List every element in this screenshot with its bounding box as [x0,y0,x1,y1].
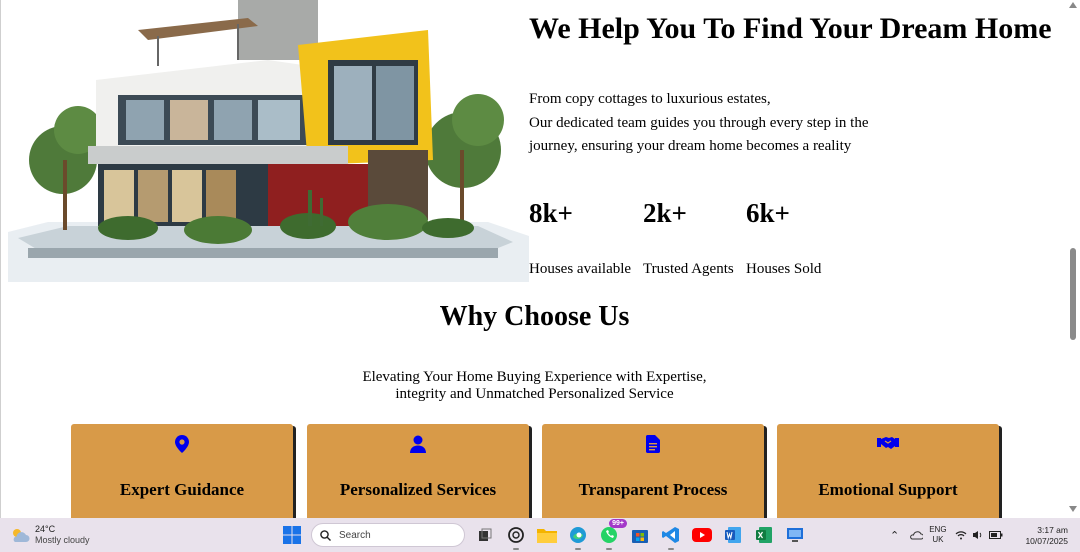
onedrive-cloud-icon[interactable] [909,530,924,540]
scrollbar-thumb[interactable] [1070,248,1076,340]
youtube-icon[interactable] [690,523,714,547]
scroll-down-arrow-icon[interactable] [1069,506,1077,512]
feature-card-title: Transparent Process [578,480,728,499]
browser-viewport: We Help You To Find Your Dream Home From… [0,0,1080,518]
excel-icon[interactable] [752,523,776,547]
handshake-icon [777,435,999,455]
whatsapp-icon[interactable]: 99+ [597,519,627,550]
input-language[interactable]: ENG UK [929,525,946,545]
stat-label: Houses Sold [746,261,822,277]
language-code: ENG [929,525,947,534]
stat-label: Trusted Agents [643,261,734,277]
taskbar-search-box[interactable]: Search [311,523,465,547]
microsoft-store-icon[interactable] [628,523,652,547]
subtitle-line: Elevating Your Home Buying Experience wi… [362,369,707,385]
feature-card-title: Expert Guidance [119,480,245,499]
hero-title: We Help You To Find Your Dream Home [529,12,1052,45]
stat-value: 2k+ [643,198,687,228]
scroll-up-arrow-icon[interactable] [1069,2,1077,8]
window-edge [0,0,1,518]
stat-value: 6k+ [746,198,790,228]
running-indicator [575,548,581,550]
why-choose-us-subtitle: Elevating Your Home Buying Experience wi… [0,369,1069,403]
task-view-icon[interactable] [473,523,497,547]
subtitle-line: integrity and Unmatched Personalized Ser… [395,386,674,402]
running-indicator [606,548,612,550]
hero-description-line: Our dedicated team guides you through ev… [529,114,869,131]
clock-date: 10/07/2025 [1025,536,1068,546]
user-icon [307,435,529,455]
stat-houses-sold: 6k+ Houses Sold [746,198,821,277]
stat-trusted-agents: 2k+ Trusted Agents [643,198,734,277]
taskbar-clock[interactable]: 3:17 am 10/07/2025 [1018,525,1068,547]
search-placeholder: Search [339,529,371,541]
running-indicator [668,548,674,550]
feature-card-transparent-process[interactable]: Transparent Process [542,424,764,518]
windows-start-icon[interactable] [280,523,304,547]
feature-card-expert-guidance[interactable]: Expert Guidance [71,424,293,518]
why-choose-us-title: Why Choose Us [439,301,630,332]
stat-value: 8k+ [529,198,573,228]
hero-description: From copy cottages to luxurious estates,… [529,88,969,159]
taskbar-apps: Search 99+ [280,519,814,550]
hero-description-line: journey, ensuring your dream home become… [529,138,852,154]
file-explorer-icon[interactable] [535,523,559,547]
hero-description-line: From copy cottages to luxurious estates, [529,91,771,107]
feature-card-emotional-support[interactable]: Emotional Support [777,424,999,518]
language-region: UK [932,535,944,544]
feature-card-title: Personalized Services [339,480,497,499]
weather-temperature: 24°C [35,524,56,534]
system-tray: ⌃ ENG UK [890,522,1003,548]
clock-time: 3:17 am [1037,525,1068,535]
chevron-up-icon[interactable]: ⌃ [890,529,899,542]
remote-desktop-icon[interactable] [783,523,807,547]
wifi-icon[interactable] [955,530,967,540]
search-icon [320,529,331,541]
feature-card-title: Emotional Support [818,480,958,499]
stat-houses-available: 8k+ Houses available [529,198,631,277]
weather-text: 24°C Mostly cloudy [35,524,90,546]
weather-widget[interactable]: 24°C Mostly cloudy [10,523,90,547]
taskbar: 24°C Mostly cloudy Search 99+ ⌃ ENG UK 3… [0,518,1080,552]
edge-browser-icon[interactable] [566,523,590,550]
location-pin-icon [71,435,293,455]
feature-card-personalized-services[interactable]: Personalized Services [307,424,529,518]
vertical-scrollbar[interactable] [1066,0,1080,518]
notification-badge: 99+ [609,519,627,528]
document-icon [542,435,764,455]
word-icon[interactable] [721,523,745,547]
partly-cloudy-icon [13,529,30,542]
running-indicator [513,548,519,550]
chatgpt-app-icon[interactable] [504,523,528,550]
stat-label: Houses available [529,261,632,277]
hero-house-image [8,0,529,282]
vscode-icon[interactable] [659,523,683,550]
speaker-icon[interactable] [972,530,984,540]
weather-condition: Mostly cloudy [35,535,90,545]
battery-icon[interactable] [988,531,1003,539]
